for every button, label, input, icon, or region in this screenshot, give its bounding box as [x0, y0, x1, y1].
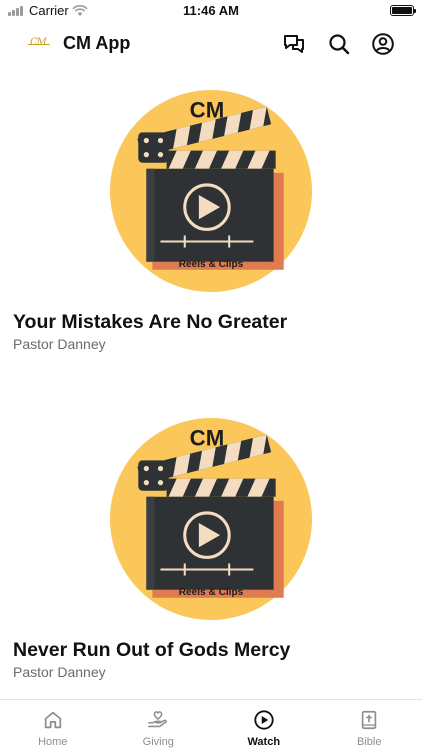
video-thumbnail[interactable]: CM Reels & Clips [110, 418, 312, 620]
app-title: CM App [63, 33, 131, 53]
status-bar: Carrier 11:46 AM [0, 0, 422, 22]
tab-home[interactable]: Home [0, 700, 106, 750]
profile-icon[interactable] [371, 32, 395, 56]
video-title[interactable]: Never Run Out of Gods Mercy [13, 639, 290, 662]
thumbnail-caption: Reels & Clips [179, 259, 244, 270]
video-title[interactable]: Your Mistakes Are No Greater [13, 311, 287, 334]
chat-bubbles-icon[interactable] [282, 32, 306, 56]
tab-watch[interactable]: Watch [211, 700, 317, 750]
thumbnail-caption: Reels & Clips [179, 587, 244, 598]
tab-bible[interactable]: Bible [317, 700, 422, 750]
video-card[interactable]: CM [0, 394, 422, 698]
video-speaker: Pastor Danney [13, 336, 106, 352]
battery-fill [392, 7, 412, 14]
home-icon [42, 709, 64, 731]
video-speaker: Pastor Danney [13, 664, 106, 680]
play-circle-icon [253, 709, 275, 731]
tab-bar: Home Giving Watch Bible [0, 699, 422, 750]
bible-book-icon [358, 709, 380, 731]
video-thumbnail[interactable]: CM Reels & Clips [110, 90, 312, 292]
tab-giving[interactable]: Giving [106, 700, 212, 750]
video-card[interactable]: CM [0, 66, 422, 394]
app-header: CM CM App [0, 22, 422, 66]
search-icon[interactable] [327, 32, 351, 56]
video-feed[interactable]: CM Reels & Clips Your Mistakes Are No Gr… [0, 66, 422, 698]
app-logo: CM [28, 35, 50, 51]
status-time: 11:46 AM [183, 3, 239, 18]
giving-hand-heart-icon [147, 709, 169, 731]
battery-icon [390, 5, 416, 16]
